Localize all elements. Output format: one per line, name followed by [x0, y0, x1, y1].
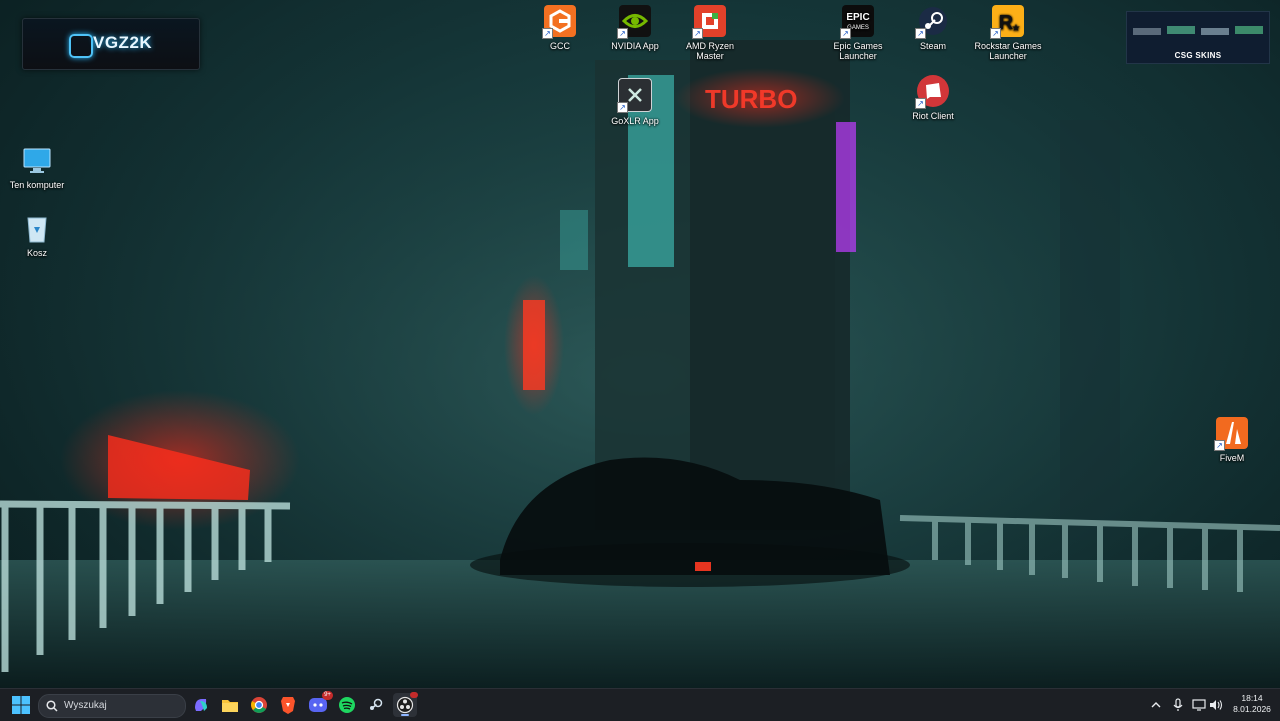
rockstar-icon: R ★ ↗: [990, 5, 1024, 39]
desktop-icon-fivem[interactable]: ↗ FiveM: [1193, 417, 1271, 463]
desktop-icon-epic-games-launcher[interactable]: EPIC GAMES ↗ Epic Games Launcher: [819, 5, 897, 61]
amd-ryzen-master-icon: ↗: [692, 5, 726, 39]
spotify-icon[interactable]: [335, 693, 359, 717]
clock-time: 18:14: [1241, 693, 1263, 703]
shortcut-arrow-icon: ↗: [1214, 440, 1225, 451]
desktop-icon-kosz[interactable]: Kosz: [0, 212, 76, 258]
svg-text:EPIC: EPIC: [846, 12, 869, 23]
goxlr-icon: ↗: [617, 78, 652, 113]
shortcut-arrow-icon: ↗: [617, 28, 628, 39]
svg-text:★: ★: [1012, 23, 1021, 34]
search-placeholder: Wyszukaj: [64, 700, 107, 711]
desktop-icon-ten-komputer[interactable]: Ten komputer: [0, 144, 76, 190]
obs-notification-dot: [410, 692, 418, 698]
start-button[interactable]: [9, 693, 33, 717]
shortcut-arrow-icon: ↗: [617, 102, 628, 113]
desktop-icon-label: Kosz: [26, 248, 47, 258]
vgz2k-logo-widget: VGZ2K: [22, 18, 200, 70]
shortcut-arrow-icon: ↗: [542, 28, 553, 39]
desktop-icon-nvidia-app[interactable]: ↗ NVIDIA App: [596, 5, 674, 51]
shortcut-arrow-icon: ↗: [840, 28, 851, 39]
nvidia-icon: ↗: [617, 5, 651, 39]
copilot-icon[interactable]: [189, 693, 213, 717]
taskbar-clock[interactable]: 18:14 8.01.2026: [1228, 693, 1276, 715]
monitor-icon: [21, 144, 53, 176]
clock-date: 8.01.2026: [1233, 704, 1271, 714]
csg-skins-label: CSG SKINS: [1174, 51, 1222, 60]
windows-logo-icon: [12, 696, 30, 714]
desktop-icon-riot-client[interactable]: ↗ Riot Client: [894, 75, 972, 121]
desktop-icon-label: GCC: [550, 41, 570, 51]
shortcut-arrow-icon: ↗: [990, 28, 1001, 39]
desktop-icon-label: Rockstar Games Launcher: [974, 41, 1042, 61]
desktop-icon-label: FiveM: [1219, 453, 1245, 463]
network-icon[interactable]: [1190, 693, 1208, 717]
brave-icon[interactable]: [276, 693, 300, 717]
shortcut-arrow-icon: ↗: [692, 28, 703, 39]
desktop-icon-rockstar-games-launcher[interactable]: R ★ ↗ Rockstar Games Launcher: [969, 5, 1047, 61]
desktop-icon-gcc[interactable]: ↗ GCC: [521, 5, 599, 51]
desktop-icon-label: NVIDIA App: [611, 41, 659, 51]
recycle-bin-icon: [21, 212, 53, 244]
steam-taskbar-icon[interactable]: [364, 693, 388, 717]
desktop-icon-label: Steam: [919, 41, 946, 51]
desktop-icon-steam[interactable]: ↗ Steam: [894, 5, 972, 51]
steam-icon: ↗: [915, 5, 949, 39]
file-explorer-icon[interactable]: [218, 693, 242, 717]
desktop-icon-label: GoXLR App: [611, 116, 659, 126]
desktop-icon-amd-ryzen-master[interactable]: ↗ AMD Ryzen Master: [671, 5, 749, 61]
active-indicator: [401, 714, 409, 716]
chrome-icon[interactable]: [247, 693, 271, 717]
volume-icon[interactable]: [1207, 693, 1225, 717]
microphone-icon[interactable]: [1169, 693, 1187, 717]
desktop-icon-label: Riot Client: [912, 111, 954, 121]
show-hidden-icons-chevron-icon[interactable]: [1147, 693, 1165, 717]
search-icon: [46, 700, 58, 712]
gun-skins-icon: [1133, 26, 1263, 35]
riot-icon: ↗: [915, 75, 949, 109]
taskbar-search-box[interactable]: Wyszukaj: [38, 694, 186, 718]
desktop-icon-goxlr-app[interactable]: ↗ GoXLR App: [596, 78, 674, 126]
desktop-icon-label: AMD Ryzen Master: [685, 41, 734, 61]
vgz2k-logo-text: VGZ2K: [93, 33, 153, 52]
fivem-icon: ↗: [1214, 417, 1248, 451]
csg-skins-widget[interactable]: CSG SKINS: [1126, 11, 1270, 64]
vgz2k-logo-icon: [69, 34, 93, 58]
discord-badge: 9+: [322, 691, 333, 700]
epic-games-icon: EPIC GAMES ↗: [840, 5, 874, 39]
discord-icon[interactable]: 9+: [306, 691, 333, 717]
shortcut-arrow-icon: ↗: [915, 28, 926, 39]
taskbar: Wyszukaj 9+ 18:14 8.01.2026: [0, 688, 1280, 721]
turbo-sign-text: TURBO: [705, 84, 797, 114]
gcc-icon: ↗: [542, 5, 576, 39]
desktop-icon-label: Ten komputer: [9, 180, 65, 190]
obs-icon[interactable]: [393, 692, 418, 717]
shortcut-arrow-icon: ↗: [915, 98, 926, 109]
desktop-icon-label: Epic Games Launcher: [833, 41, 883, 61]
